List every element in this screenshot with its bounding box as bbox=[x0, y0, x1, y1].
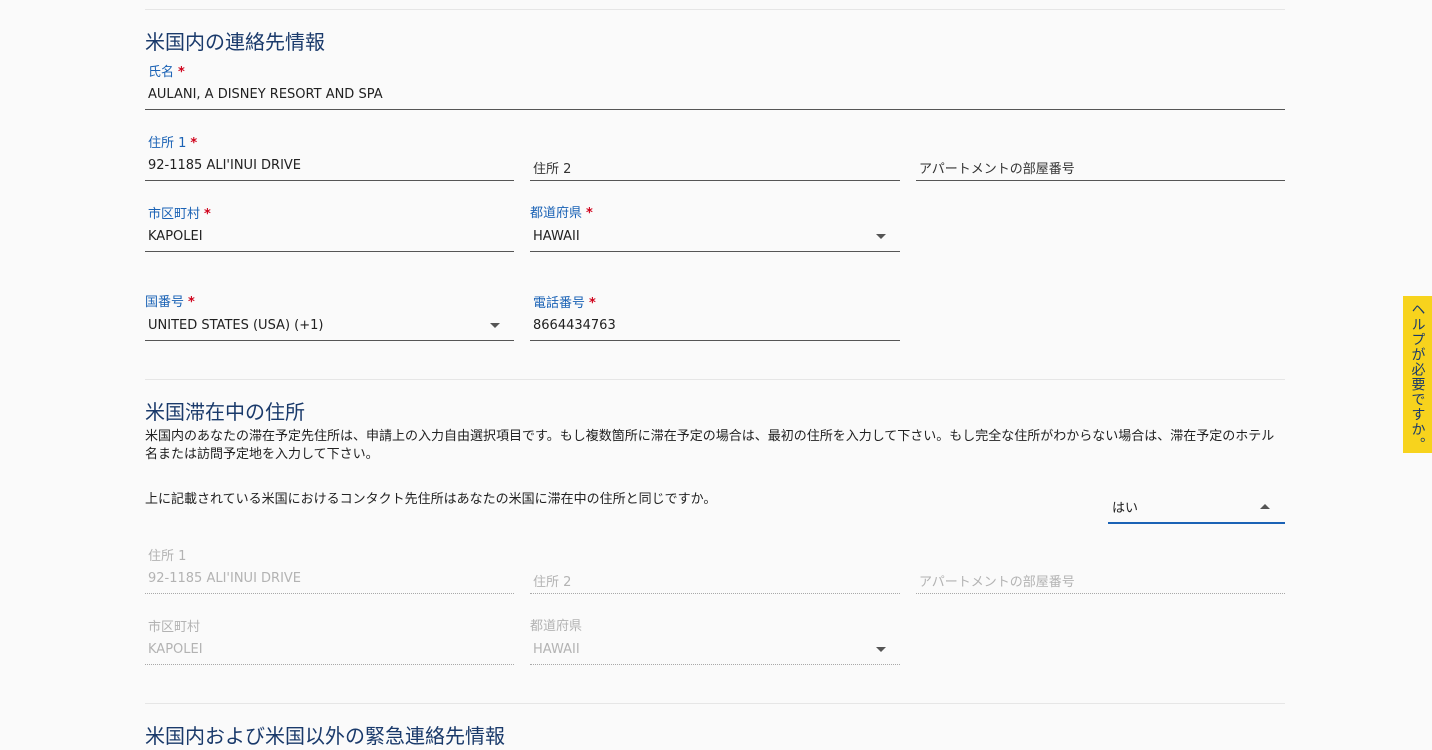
stay-apartment-field: アパートメントの部屋番号 bbox=[916, 545, 1285, 594]
country-code-underline bbox=[145, 340, 514, 341]
chevron-down-icon bbox=[490, 323, 500, 328]
name-value: AULANI, A DISNEY RESORT AND SPA bbox=[148, 87, 383, 102]
stay-address1-value: 92-1185 ALI'INUI DRIVE bbox=[148, 571, 302, 586]
stay-address1-field: 住所 1 92-1185 ALI'INUI DRIVE bbox=[145, 545, 514, 594]
same-address-select[interactable]: はい bbox=[1108, 490, 1285, 524]
address1-field[interactable]: 住所 1 * 92-1185 ALI'INUI DRIVE bbox=[145, 132, 514, 181]
country-code-select[interactable]: 国番号 * UNITED STATES (USA) (+1) bbox=[145, 291, 514, 341]
phone-label: 電話番号 * bbox=[533, 296, 596, 311]
address1-underline bbox=[145, 180, 514, 181]
help-tab[interactable]: ヘルプが必要ですか。 bbox=[1403, 296, 1432, 453]
name-field[interactable]: 氏名 * AULANI, A DISNEY RESORT AND SPA bbox=[145, 61, 1285, 110]
name-label: 氏名 * bbox=[148, 65, 185, 80]
state-select[interactable]: 都道府県 * HAWAII bbox=[530, 202, 900, 252]
phone-underline bbox=[530, 340, 900, 341]
address2-placeholder: 住所 2 bbox=[533, 162, 572, 177]
required-mark: * bbox=[204, 207, 211, 222]
required-mark: * bbox=[188, 295, 195, 310]
apartment-underline bbox=[916, 180, 1285, 181]
us-stay-description: 米国内のあなたの滞在予定先住所は、申請上の入力自由選択項目です。もし複数箇所に滞… bbox=[145, 429, 1275, 462]
emergency-title: 米国内および米国以外の緊急連絡先情報 bbox=[145, 724, 505, 748]
stay-city-label: 市区町村 bbox=[148, 620, 201, 635]
city-label: 市区町村 * bbox=[148, 207, 211, 222]
same-address-underline bbox=[1108, 522, 1285, 524]
state-label: 都道府県 * bbox=[530, 206, 593, 221]
country-code-value: UNITED STATES (USA) (+1) bbox=[148, 318, 324, 333]
required-mark: * bbox=[586, 206, 593, 221]
us-contact-title: 米国内の連絡先情報 bbox=[145, 30, 325, 54]
same-address-value: はい bbox=[1112, 501, 1139, 516]
stay-address1-label: 住所 1 bbox=[148, 549, 187, 564]
city-field[interactable]: 市区町村 * KAPOLEI bbox=[145, 203, 514, 252]
help-tab-label: ヘルプが必要ですか。 bbox=[1409, 302, 1426, 452]
stay-city-field: 市区町村 KAPOLEI bbox=[145, 616, 514, 665]
section-divider bbox=[145, 703, 1285, 704]
apartment-field[interactable]: アパートメントの部屋番号 bbox=[916, 132, 1285, 181]
stay-apartment-placeholder: アパートメントの部屋番号 bbox=[919, 575, 1075, 590]
chevron-up-icon bbox=[1260, 504, 1270, 509]
address2-field[interactable]: 住所 2 bbox=[530, 132, 900, 181]
stay-city-value: KAPOLEI bbox=[148, 642, 203, 657]
country-code-label: 国番号 * bbox=[145, 295, 195, 310]
stay-address2-field: 住所 2 bbox=[530, 545, 900, 594]
section-divider bbox=[145, 379, 1285, 380]
same-address-question: 上に記載されている米国におけるコンタクト先住所はあなたの米国に滞在中の住所と同じ… bbox=[145, 492, 717, 507]
city-value: KAPOLEI bbox=[148, 229, 203, 244]
stay-address1-underline bbox=[145, 593, 514, 594]
state-value: HAWAII bbox=[533, 229, 580, 244]
stay-address2-placeholder: 住所 2 bbox=[533, 575, 572, 590]
stay-city-underline bbox=[145, 664, 514, 665]
required-mark: * bbox=[178, 65, 185, 80]
stay-state-select: 都道府県 HAWAII bbox=[530, 615, 900, 665]
stay-state-underline bbox=[530, 664, 900, 665]
stay-address2-underline bbox=[530, 593, 900, 594]
stay-apartment-underline bbox=[916, 593, 1285, 594]
top-divider bbox=[145, 9, 1285, 10]
address1-label: 住所 1 * bbox=[148, 136, 198, 151]
chevron-down-icon bbox=[876, 234, 886, 239]
stay-state-label: 都道府県 bbox=[530, 619, 583, 634]
required-mark: * bbox=[589, 296, 596, 311]
name-underline bbox=[145, 109, 1285, 110]
apartment-placeholder: アパートメントの部屋番号 bbox=[919, 162, 1075, 177]
address2-underline bbox=[530, 180, 900, 181]
required-mark: * bbox=[190, 136, 198, 151]
city-underline bbox=[145, 251, 514, 252]
phone-field[interactable]: 電話番号 * 8664434763 bbox=[530, 292, 900, 341]
chevron-down-icon bbox=[876, 647, 886, 652]
us-stay-title: 米国滞在中の住所 bbox=[145, 400, 305, 424]
address1-value: 92-1185 ALI'INUI DRIVE bbox=[148, 158, 302, 173]
stay-state-value: HAWAII bbox=[533, 642, 580, 657]
phone-value: 8664434763 bbox=[533, 318, 616, 333]
state-underline bbox=[530, 251, 900, 252]
